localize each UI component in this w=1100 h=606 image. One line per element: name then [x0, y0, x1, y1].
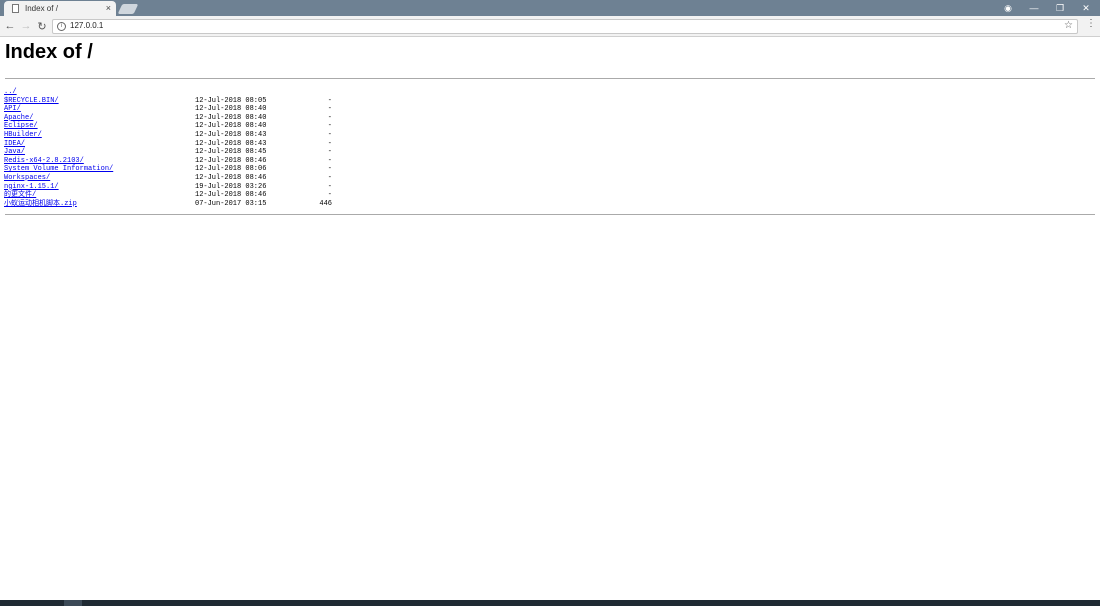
reload-icon[interactable]: ↻ — [35, 19, 49, 33]
minimize-icon[interactable]: — — [1021, 0, 1047, 16]
taskbar-active-item[interactable] — [64, 600, 82, 606]
list-item: IDEA/12-Jul-2018 08:43 - — [4, 140, 364, 149]
entry-date: 12-Jul-2018 08:40 — [195, 105, 267, 114]
list-item: Apache/12-Jul-2018 08:40 - — [4, 114, 364, 123]
entry-date: 12-Jul-2018 08:43 — [195, 139, 267, 148]
entry-date: 19-Jul-2018 03:26 — [195, 182, 267, 191]
info-icon[interactable]: i — [57, 22, 66, 31]
entry-link[interactable]: Apache/ — [4, 114, 33, 123]
entry-size: - — [327, 113, 332, 122]
list-item: API/12-Jul-2018 08:40 - — [4, 105, 364, 114]
entry-size: 446 — [319, 199, 332, 208]
entry-link[interactable]: 的更文件/ — [4, 191, 36, 200]
entry-link[interactable]: $RECYCLE.BIN/ — [4, 97, 59, 106]
close-window-icon[interactable]: ✕ — [1073, 0, 1099, 16]
entry-link[interactable]: API/ — [4, 105, 21, 114]
entry-size: - — [327, 148, 332, 157]
entry-date: 12-Jul-2018 08:46 — [195, 156, 267, 165]
directory-listing: ../$RECYCLE.BIN/12-Jul-2018 08:05- API/12… — [4, 88, 364, 208]
list-item: 的更文件/12-Jul-2018 08:46 - — [4, 191, 364, 200]
list-item: $RECYCLE.BIN/12-Jul-2018 08:05 - — [4, 97, 364, 106]
top-divider — [5, 78, 1095, 79]
tab-title: Index of / — [25, 4, 58, 13]
new-tab-button[interactable] — [117, 4, 139, 14]
back-arrow-icon[interactable]: ← — [3, 19, 17, 33]
url-text[interactable]: 127.0.0.1 — [70, 21, 103, 30]
tab-close-icon[interactable]: × — [106, 4, 111, 13]
page-content: Index of / ../$RECYCLE.BIN/12-Jul-2018 0… — [0, 37, 1100, 600]
page-icon — [12, 4, 19, 13]
entry-link[interactable]: Java/ — [4, 148, 25, 157]
list-item: Eclipse/12-Jul-2018 08:40 - — [4, 122, 364, 131]
entry-date: 12-Jul-2018 08:40 — [195, 122, 267, 131]
entry-link[interactable]: Eclipse/ — [4, 122, 38, 131]
entry-link[interactable]: HBuilder/ — [4, 131, 42, 140]
entry-link[interactable]: nginx-1.15.1/ — [4, 183, 59, 192]
entry-date: 12-Jul-2018 08:43 — [195, 130, 267, 139]
entry-date: 07-Jun-2017 03:15 — [195, 199, 267, 208]
entry-size: - — [327, 156, 332, 165]
browser-tab[interactable]: Index of / × — [4, 1, 116, 16]
entry-date: 12-Jul-2018 08:45 — [195, 148, 267, 157]
entry-date: 12-Jul-2018 08:46 — [195, 191, 267, 200]
entry-link[interactable]: ../ — [4, 88, 17, 97]
entry-size: - — [327, 122, 332, 131]
entry-date: 12-Jul-2018 08:46 — [195, 173, 267, 182]
taskbar — [0, 600, 1100, 606]
list-item: nginx-1.15.1/19-Jul-2018 03:26 - — [4, 183, 364, 192]
entry-link[interactable]: Workspaces/ — [4, 174, 50, 183]
list-item: Java/12-Jul-2018 08:45 - — [4, 148, 364, 157]
bottom-divider — [5, 214, 1095, 215]
restore-icon[interactable]: ❐ — [1047, 0, 1073, 16]
entry-link[interactable]: 小蚁运动相机脚本.zip — [4, 200, 77, 209]
tab-strip: Index of / × ◉ — ❐ ✕ — [0, 0, 1100, 16]
list-item: HBuilder/12-Jul-2018 08:43 - — [4, 131, 364, 140]
entry-size: - — [327, 173, 332, 182]
entry-date: 12-Jul-2018 08:40 — [195, 113, 267, 122]
list-item: Redis-x64-2.8.2103/12-Jul-2018 08:46 - — [4, 157, 364, 166]
entry-link[interactable]: Redis-x64-2.8.2103/ — [4, 157, 84, 166]
browser-menu-icon[interactable]: ⋮ — [1086, 19, 1096, 29]
list-item: System Volume Information/12-Jul-2018 08… — [4, 165, 364, 174]
list-item: ../ — [4, 88, 364, 97]
page-title: Index of / — [5, 41, 93, 63]
entry-size: - — [327, 165, 332, 174]
entry-link[interactable]: System Volume Information/ — [4, 165, 113, 174]
entry-size: - — [327, 139, 332, 148]
entry-size: - — [327, 130, 332, 139]
entry-size: - — [327, 105, 332, 114]
entry-size: - — [327, 191, 332, 200]
entry-date: 12-Jul-2018 08:05 — [195, 96, 267, 105]
forward-arrow-icon[interactable]: → — [19, 19, 33, 33]
list-item: Workspaces/12-Jul-2018 08:46 - — [4, 174, 364, 183]
entry-link[interactable]: IDEA/ — [4, 140, 25, 149]
bookmark-star-icon[interactable]: ☆ — [1064, 20, 1073, 31]
browser-toolbar: ← → ↻ i 127.0.0.1 ☆ — [0, 16, 1100, 37]
profile-icon[interactable]: ◉ — [995, 0, 1021, 16]
address-bar[interactable]: i 127.0.0.1 ☆ — [52, 19, 1078, 34]
entry-size: - — [327, 182, 332, 191]
entry-size: - — [327, 96, 332, 105]
list-item: 小蚁运动相机脚本.zip 07-Jun-2017 03:15 446 — [4, 200, 364, 209]
entry-date: 12-Jul-2018 08:06 — [195, 165, 267, 174]
